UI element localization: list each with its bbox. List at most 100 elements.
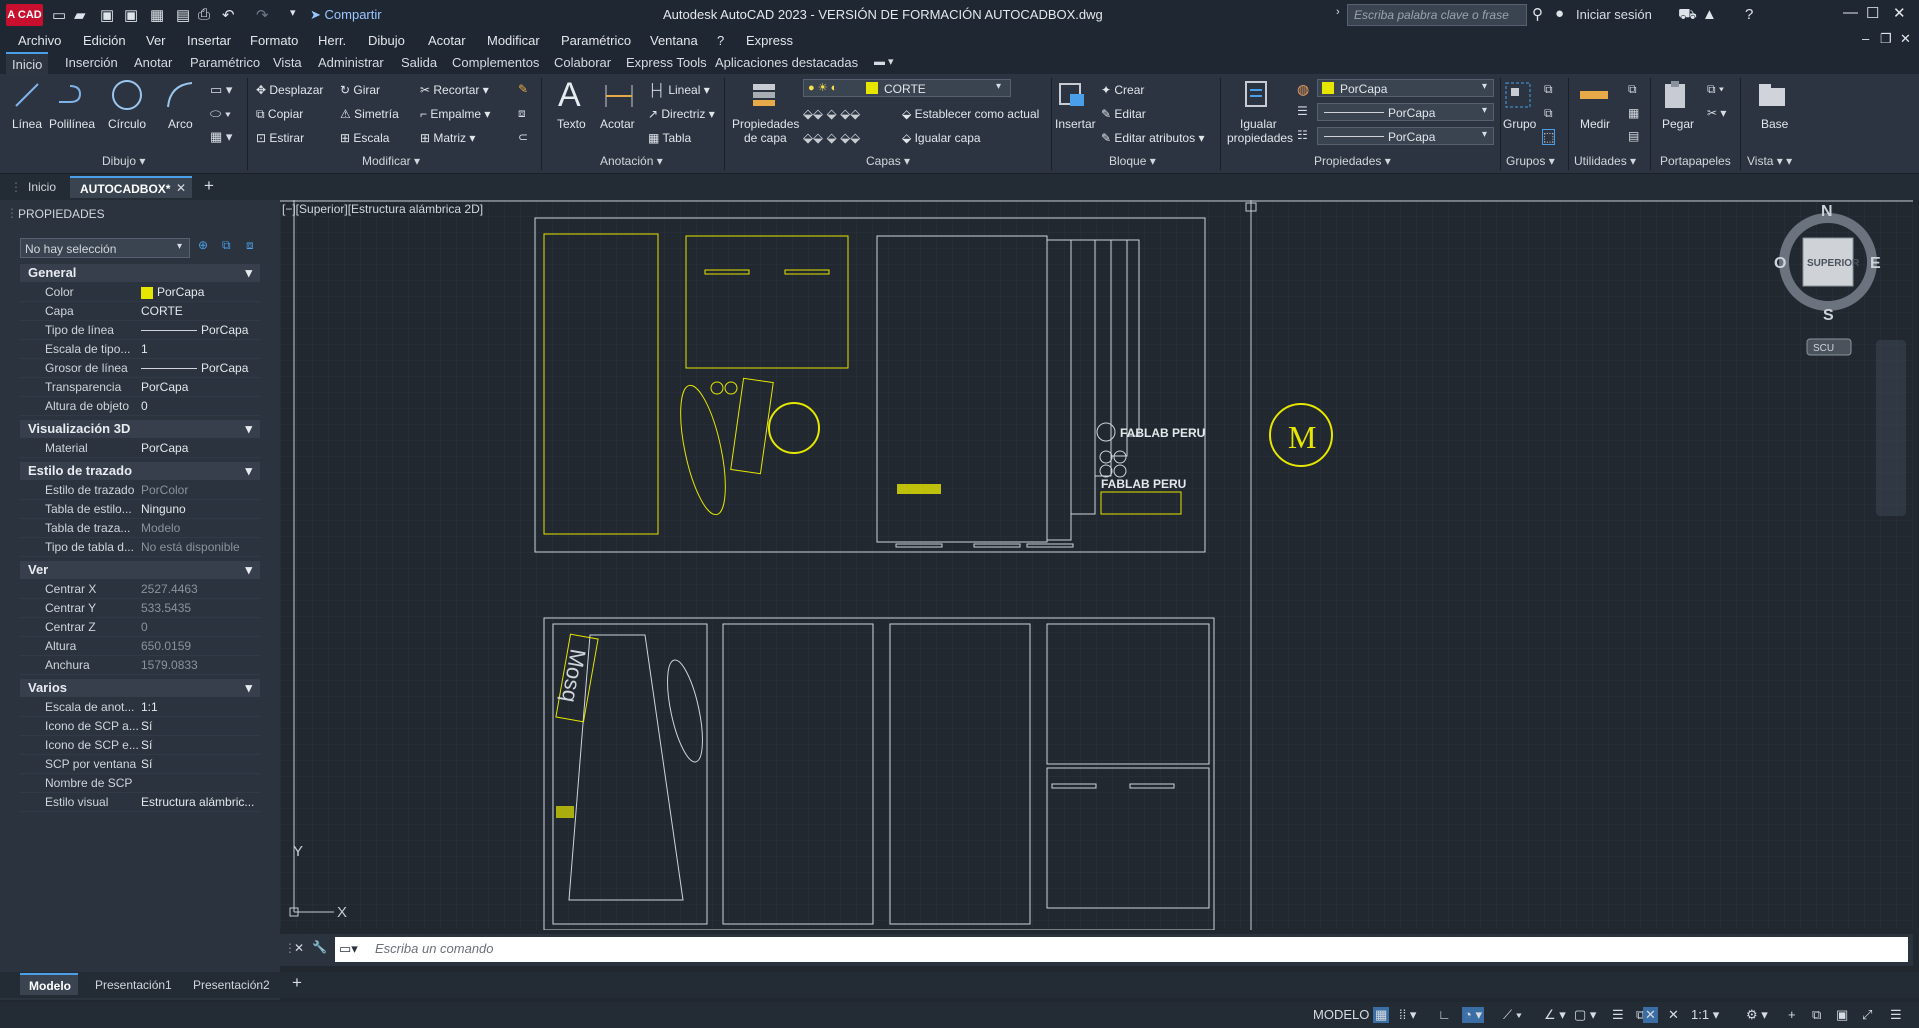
prop-row[interactable]: Capa CORTE [20, 302, 260, 321]
layer-properties-label1[interactable]: Propiedades [732, 117, 799, 131]
dimension-tool-icon[interactable] [603, 82, 635, 110]
model-space-button[interactable]: MODELO [1313, 1007, 1369, 1022]
layer-properties-label2[interactable]: de capa [744, 131, 787, 145]
lineweight-dropdown[interactable]: PorCapa ▾ [1317, 127, 1494, 145]
cut-icon[interactable]: ✂ ▾ [1707, 106, 1726, 120]
annotation-visibility-icon[interactable]: ✕ [1643, 1007, 1658, 1023]
match-properties-label2[interactable]: propiedades [1227, 131, 1293, 145]
ellipse-tool-icon[interactable]: ▦ ▾ [210, 129, 232, 145]
lineweight-status-icon[interactable]: ☰ [1612, 1007, 1624, 1023]
viewcube-east[interactable]: E [1870, 255, 1881, 272]
prop-row[interactable]: Centrar Z 0 [20, 618, 260, 637]
maximize-icon[interactable]: ☐ [1866, 4, 1879, 22]
add-layout-icon[interactable]: + [292, 973, 302, 993]
tab-complementos[interactable]: Complementos [452, 55, 539, 70]
rotate-button[interactable]: ↻ Girar [340, 83, 380, 97]
prop-row[interactable]: Grosor de línea PorCapa [20, 359, 260, 378]
menu-parametrico[interactable]: Paramétrico [561, 33, 631, 48]
tab-express-tools[interactable]: Express Tools [626, 55, 707, 70]
toggle-pickadd-icon[interactable]: ⊕ [198, 238, 208, 252]
polar-icon[interactable]: ◔ ▾ [1462, 1007, 1484, 1023]
section-estilo-trazado[interactable]: Estilo de trazado ▾ [20, 462, 260, 480]
prop-row[interactable]: Estilo visual Estructura alámbric... [20, 793, 260, 812]
scale-button[interactable]: ⊞ Escala [340, 131, 389, 145]
menu-ver[interactable]: Ver [146, 33, 166, 48]
prop-row[interactable]: Material PorCapa [20, 439, 260, 458]
help-icon[interactable]: ? [1745, 6, 1753, 23]
layout-tab-presentacion1[interactable]: Presentación1 [95, 978, 172, 992]
match-properties-icon[interactable] [1242, 80, 1274, 110]
section-varios[interactable]: Varios ▾ [20, 679, 260, 697]
tab-parametrico[interactable]: Paramétrico [190, 55, 260, 70]
match-layer-button[interactable]: ⬙ Igualar capa [902, 131, 981, 145]
fillet-button[interactable]: ⌐ Empalme ▾ [420, 107, 490, 121]
group-icon[interactable] [1503, 80, 1535, 110]
viewcube-west[interactable]: O [1774, 255, 1786, 272]
text-tool-icon[interactable]: A [558, 76, 581, 115]
cart-icon[interactable]: ⛟ [1678, 6, 1697, 25]
prop-row[interactable]: Tipo de línea PorCapa [20, 321, 260, 340]
prop-row[interactable]: Icono de SCP a... Sí [20, 717, 260, 736]
viewcube-south[interactable]: S [1823, 307, 1834, 324]
auto-scale-icon[interactable]: ✕ [1668, 1007, 1679, 1023]
chevron-right-icon[interactable]: › [1336, 6, 1340, 18]
menu-acotar[interactable]: Acotar [428, 33, 466, 48]
select-objects-icon[interactable]: ⧉ [222, 238, 231, 253]
annotation-monitor-icon[interactable]: + [1788, 1007, 1796, 1022]
annotation-scale-button[interactable]: 1:1 ▾ [1691, 1007, 1719, 1023]
menu-modificar[interactable]: Modificar [487, 33, 540, 48]
prop-row[interactable]: Estilo de trazado PorColor [20, 481, 260, 500]
menu-express[interactable]: Express [746, 33, 793, 48]
polyline-tool-icon[interactable] [56, 80, 88, 110]
calc-icon[interactable]: ▦ [1628, 106, 1639, 120]
layer-dropdown[interactable]: ● ☀ ◐ CORTE ▾ [803, 79, 1011, 97]
doc-tab-active[interactable]: AUTOCADBOX* ✕ [70, 176, 192, 198]
prop-row[interactable]: Anchura 1579.0833 [20, 656, 260, 675]
osnap-icon[interactable]: ▢ ▾ [1574, 1007, 1596, 1023]
menu-dibujo[interactable]: Dibujo [368, 33, 405, 48]
tab-anotar[interactable]: Anotar [134, 55, 172, 70]
tab-colaborar[interactable]: Colaborar [554, 55, 611, 70]
prop-row[interactable]: Escala de anot... 1:1 [20, 698, 260, 717]
search-input[interactable]: Escriba palabra clave o frase [1347, 4, 1527, 26]
drawing-viewport[interactable]: FABLAB PERU FABLAB PERU M Mosq Y X SUPER… [280, 200, 1913, 930]
undo-icon[interactable]: ↶ [222, 6, 235, 24]
print-icon[interactable]: ⎙ [198, 6, 210, 23]
menu-ventana[interactable]: Ventana [650, 33, 698, 48]
drawing-canvas[interactable]: FABLAB PERU FABLAB PERU M Mosq Y X SUPER… [280, 200, 1913, 930]
hardware-accel-icon[interactable]: ▣ [1836, 1007, 1848, 1023]
prop-row[interactable]: Transparencia PorCapa [20, 378, 260, 397]
leader-button[interactable]: ↗ Directriz ▾ [648, 107, 715, 121]
quick-select-palette-icon[interactable]: ⧈ [246, 238, 254, 253]
group-select-icon[interactable]: ⬚ [1542, 129, 1556, 145]
open-folder-icon[interactable]: ▰ [74, 6, 86, 24]
login-button[interactable]: Iniciar sesión [1576, 7, 1652, 22]
base-view-icon[interactable] [1755, 82, 1789, 110]
doc-restore-icon[interactable]: ❐ [1880, 31, 1892, 47]
ungroup-icon[interactable]: ⧉ [1544, 82, 1553, 97]
isodraft-icon[interactable]: ⟋ ▾ [1503, 1007, 1522, 1023]
circle-tool-icon[interactable] [110, 78, 144, 112]
explode-icon[interactable]: ⧈ [518, 106, 526, 121]
tab-aplicaciones[interactable]: Aplicaciones destacadas [715, 55, 858, 70]
layer-properties-icon[interactable] [747, 80, 781, 110]
erase-icon[interactable]: ✎ [518, 82, 528, 96]
layout-tab-presentacion2[interactable]: Presentación2 [193, 978, 270, 992]
prop-row[interactable]: Centrar Y 533.5435 [20, 599, 260, 618]
tab-insercion[interactable]: Inserción [65, 55, 118, 70]
minimize-icon[interactable]: — [1843, 4, 1858, 21]
table-button[interactable]: ▦ Tabla [648, 131, 691, 145]
layer-tools-row2-icons[interactable]: ⬙⬙ ⬙ ⬙⬙ [803, 130, 860, 146]
move-button[interactable]: ✥ Desplazar [256, 83, 323, 97]
polyline-label[interactable]: Polilínea [49, 117, 95, 131]
workspace-gear-icon[interactable]: ⚙ ▾ [1746, 1007, 1768, 1023]
prop-row[interactable]: Tipo de tabla d... No está disponible [20, 538, 260, 557]
set-current-button[interactable]: ⬙ Establecer como actual [902, 107, 1039, 121]
trim-button[interactable]: ✂ Recortar ▾ [420, 83, 489, 97]
cmd-close-icon[interactable]: ✕ [294, 941, 304, 955]
navigation-bar[interactable] [1876, 340, 1906, 516]
quick-select-icon[interactable]: ⧉ [1628, 82, 1637, 97]
prop-row[interactable]: SCP por ventana Sí [20, 755, 260, 774]
id-point-icon[interactable]: ▤ [1628, 129, 1639, 143]
insert-label[interactable]: Insertar [1055, 117, 1096, 131]
